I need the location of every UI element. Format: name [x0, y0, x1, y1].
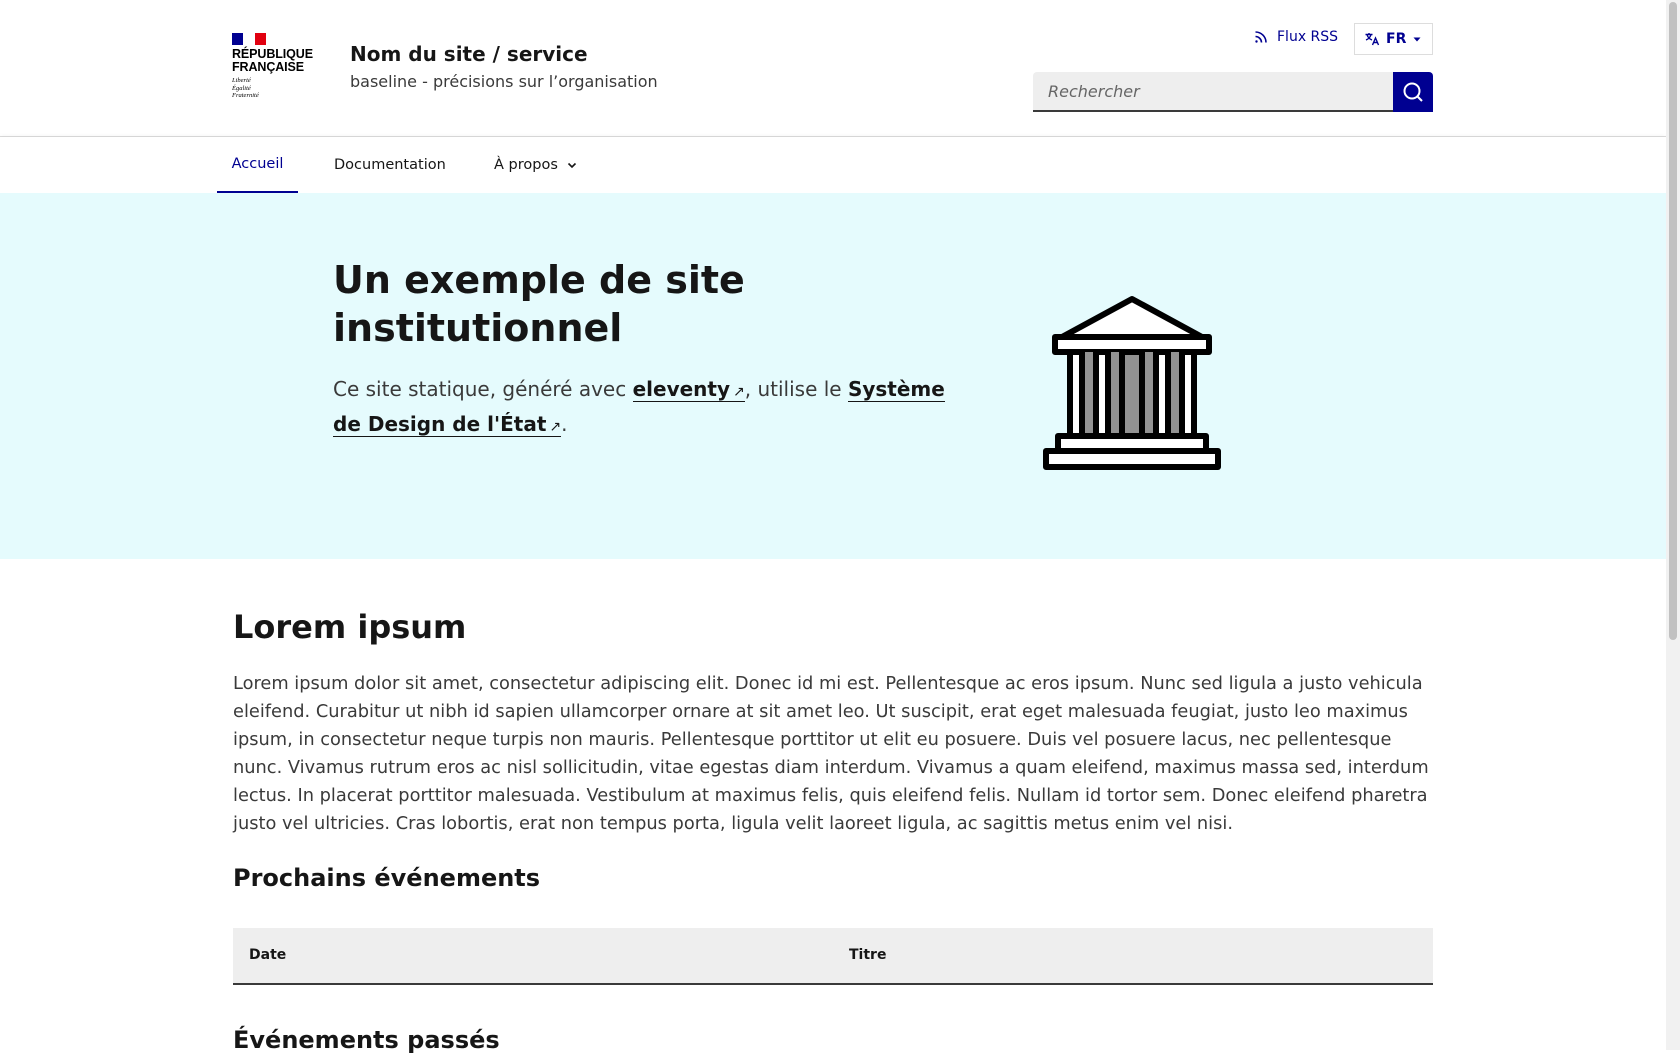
- republique-francaise-logo[interactable]: RÉPUBLIQUE FRANÇAISE Liberté Égalité Fra…: [232, 33, 313, 100]
- translate-icon: [1364, 31, 1380, 47]
- upcoming-events-heading: Prochains événements: [233, 864, 541, 892]
- nav-item-label: Accueil: [231, 156, 284, 172]
- hero-title: Un exemple de site institutionnel: [333, 256, 953, 352]
- hero-title-line-1: Un exemple de site: [333, 258, 745, 302]
- hero-description: Ce site statique, généré avec eleventy ↗,…: [333, 373, 973, 443]
- search-bar: [1033, 72, 1433, 112]
- hero-text-middle: , utilise le: [744, 377, 848, 401]
- logo-text: RÉPUBLIQUE FRANÇAISE: [232, 48, 313, 74]
- site-baseline: baseline - précisions sur l’organisation: [350, 72, 658, 91]
- chevron-down-icon: [566, 159, 578, 171]
- intro-paragraph: Lorem ipsum dolor sit amet, consectetur …: [233, 673, 1429, 834]
- rss-link[interactable]: Flux RSS: [1254, 29, 1338, 45]
- rss-label: Flux RSS: [1277, 29, 1339, 45]
- search-button[interactable]: [1393, 72, 1433, 112]
- rss-icon: [1254, 30, 1268, 44]
- table-header-title: Titre: [849, 947, 887, 963]
- logo-line-2: FRANÇAISE: [232, 60, 305, 74]
- table-header-date: Date: [249, 947, 287, 963]
- external-link-icon: ↗: [549, 419, 562, 435]
- section-heading: Lorem ipsum: [233, 608, 467, 646]
- building-icon: [1040, 293, 1224, 473]
- site-header: RÉPUBLIQUE FRANÇAISE Liberté Égalité Fra…: [0, 0, 1666, 137]
- logo-motto-3: Fraternité: [232, 92, 259, 99]
- nav-item-label: Documentation: [334, 157, 446, 173]
- site-title[interactable]: Nom du site / service: [350, 42, 588, 66]
- hero-title-line-2: institutionnel: [333, 306, 623, 350]
- hero-text-after: .: [561, 412, 568, 436]
- caret-down-icon: [1412, 34, 1422, 44]
- logo-motto-1: Liberté: [232, 77, 251, 84]
- events-table: Date Titre: [233, 928, 1433, 985]
- eleventy-link-label: eleventy: [632, 377, 731, 401]
- language-label: FR: [1386, 31, 1407, 47]
- language-selector[interactable]: FR: [1354, 23, 1433, 55]
- hero-section: Un exemple de site institutionnel Ce sit…: [0, 193, 1666, 559]
- nav-item-accueil[interactable]: Accueil: [217, 137, 298, 193]
- eleventy-link[interactable]: eleventy ↗: [632, 377, 745, 402]
- logo-motto-2: Égalité: [232, 84, 251, 92]
- hero-text-before: Ce site statique, généré avec: [333, 377, 633, 401]
- scrollbar-thumb[interactable]: [1669, 2, 1677, 640]
- external-link-icon: ↗: [733, 384, 745, 400]
- page-scrollbar[interactable]: [1666, 0, 1680, 1050]
- search-icon: [1402, 81, 1424, 103]
- main-navigation: Accueil Documentation À propos: [0, 137, 1666, 193]
- logo-motto: Liberté Égalité Fraternité: [232, 77, 312, 100]
- nav-item-label: À propos: [494, 157, 558, 173]
- flag-icon: [232, 33, 266, 45]
- nav-item-documentation[interactable]: Documentation: [334, 137, 446, 193]
- nav-item-a-propos[interactable]: À propos: [494, 137, 578, 193]
- search-input[interactable]: [1033, 72, 1393, 112]
